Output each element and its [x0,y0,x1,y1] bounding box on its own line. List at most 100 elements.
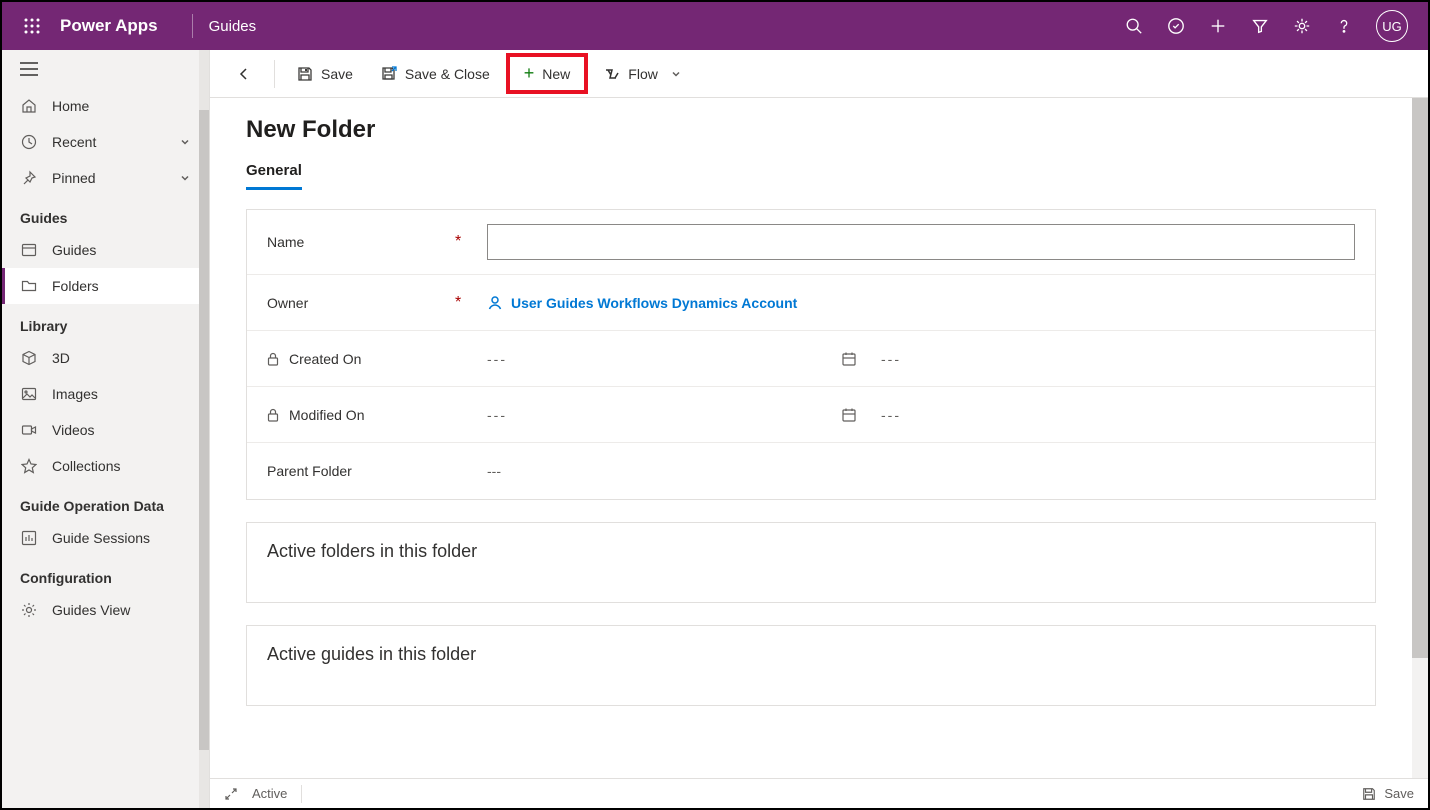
parent-folder-value[interactable]: --- [487,463,501,479]
cube-icon [20,349,38,367]
field-label: Owner [267,295,308,311]
nav-label: 3D [52,350,70,366]
save-button[interactable]: Save [285,60,365,88]
nav-label: Folders [52,278,99,294]
nav-label: Guide Sessions [52,530,150,546]
pin-icon [20,169,38,187]
search-icon[interactable] [1124,16,1144,36]
modified-date-value: --- [487,407,507,423]
person-icon [487,295,503,311]
nav-3d[interactable]: 3D [2,340,209,376]
form-content: New Folder General Name * [210,98,1412,778]
app-name[interactable]: Power Apps [60,16,158,36]
sidebar: Home Recent Pinned Guides Guides Folders… [2,50,210,808]
nav-recent[interactable]: Recent [2,124,209,160]
app-header: Power Apps Guides UG [2,2,1428,50]
chevron-down-icon [179,172,191,184]
waffle-icon[interactable] [18,12,46,40]
user-avatar[interactable]: UG [1376,10,1408,42]
tab-general[interactable]: General [246,158,302,190]
chevron-down-icon [670,68,682,80]
nav-label: Videos [52,422,95,438]
page-title: New Folder [246,116,1376,144]
header-divider [192,14,193,38]
field-owner: Owner * User Guides Workflows Dynamics A… [247,275,1375,331]
field-label: Name [267,234,304,250]
required-indicator: * [455,294,467,312]
field-created-on: Created On --- --- [247,331,1375,387]
new-button[interactable]: + New [518,59,577,88]
save-close-label: Save & Close [405,66,490,82]
settings-icon[interactable] [1292,16,1312,36]
calendar-icon[interactable] [841,407,857,423]
lock-icon [267,352,281,366]
save-icon [297,66,313,82]
nav-home[interactable]: Home [2,88,209,124]
modified-time-value: --- [881,407,901,423]
gear-icon [20,601,38,619]
nav-group-library: Library [2,304,209,340]
cmd-separator [274,60,275,88]
save-label: Save [321,66,353,82]
folder-icon [20,277,38,295]
record-state: Active [252,786,287,801]
sidebar-scrollbar[interactable] [199,50,209,808]
plus-icon: + [524,63,535,84]
status-bar: Active Save [210,778,1428,808]
tab-row: General [246,158,1376,191]
star-icon [20,457,38,475]
field-name: Name * [247,210,1375,275]
nav-group-guides: Guides [2,196,209,232]
owner-lookup[interactable]: User Guides Workflows Dynamics Account [487,295,797,311]
flow-label: Flow [628,66,658,82]
content-scrollbar[interactable] [1412,98,1428,778]
nav-collections[interactable]: Collections [2,448,209,484]
name-input[interactable] [487,224,1355,260]
field-label: Modified On [289,407,364,423]
nav-guides[interactable]: Guides [2,232,209,268]
new-label: New [542,66,570,82]
nav-pinned[interactable]: Pinned [2,160,209,196]
section-active-folders: Active folders in this folder [246,522,1376,603]
section-title: Active folders in this folder [267,541,477,561]
filter-icon[interactable] [1250,16,1270,36]
flow-icon [604,66,620,82]
nav-label: Images [52,386,98,402]
new-button-highlight: + New [506,53,589,94]
back-button[interactable] [224,60,264,88]
nav-guide-sessions[interactable]: Guide Sessions [2,520,209,556]
footer-save-button[interactable]: Save [1362,786,1414,801]
required-indicator: * [455,233,467,251]
save-close-button[interactable]: Save & Close [369,60,502,88]
expand-icon[interactable] [224,787,238,801]
window-icon [20,241,38,259]
nav-group-opdata: Guide Operation Data [2,484,209,520]
nav-images[interactable]: Images [2,376,209,412]
sidebar-toggle[interactable] [2,50,209,88]
nav-label: Guides View [52,602,130,618]
field-label: Parent Folder [267,463,352,479]
environment-name[interactable]: Guides [209,18,257,35]
nav-group-config: Configuration [2,556,209,592]
calendar-icon[interactable] [841,351,857,367]
save-close-icon [381,66,397,82]
add-icon[interactable] [1208,16,1228,36]
nav-guides-view[interactable]: Guides View [2,592,209,628]
created-date-value: --- [487,351,507,367]
main-area: Save Save & Close + New Flow New Folder [210,50,1428,808]
section-title: Active guides in this folder [267,644,476,664]
nav-label: Pinned [52,170,96,186]
clock-icon [20,133,38,151]
flow-button[interactable]: Flow [592,60,694,88]
created-time-value: --- [881,351,901,367]
chevron-down-icon [179,136,191,148]
nav-label: Recent [52,134,96,150]
chart-icon [20,529,38,547]
nav-folders[interactable]: Folders [2,268,209,304]
lock-icon [267,408,281,422]
field-parent-folder: Parent Folder --- [247,443,1375,499]
section-active-guides: Active guides in this folder [246,625,1376,706]
help-icon[interactable] [1334,16,1354,36]
nav-videos[interactable]: Videos [2,412,209,448]
assistant-icon[interactable] [1166,16,1186,36]
